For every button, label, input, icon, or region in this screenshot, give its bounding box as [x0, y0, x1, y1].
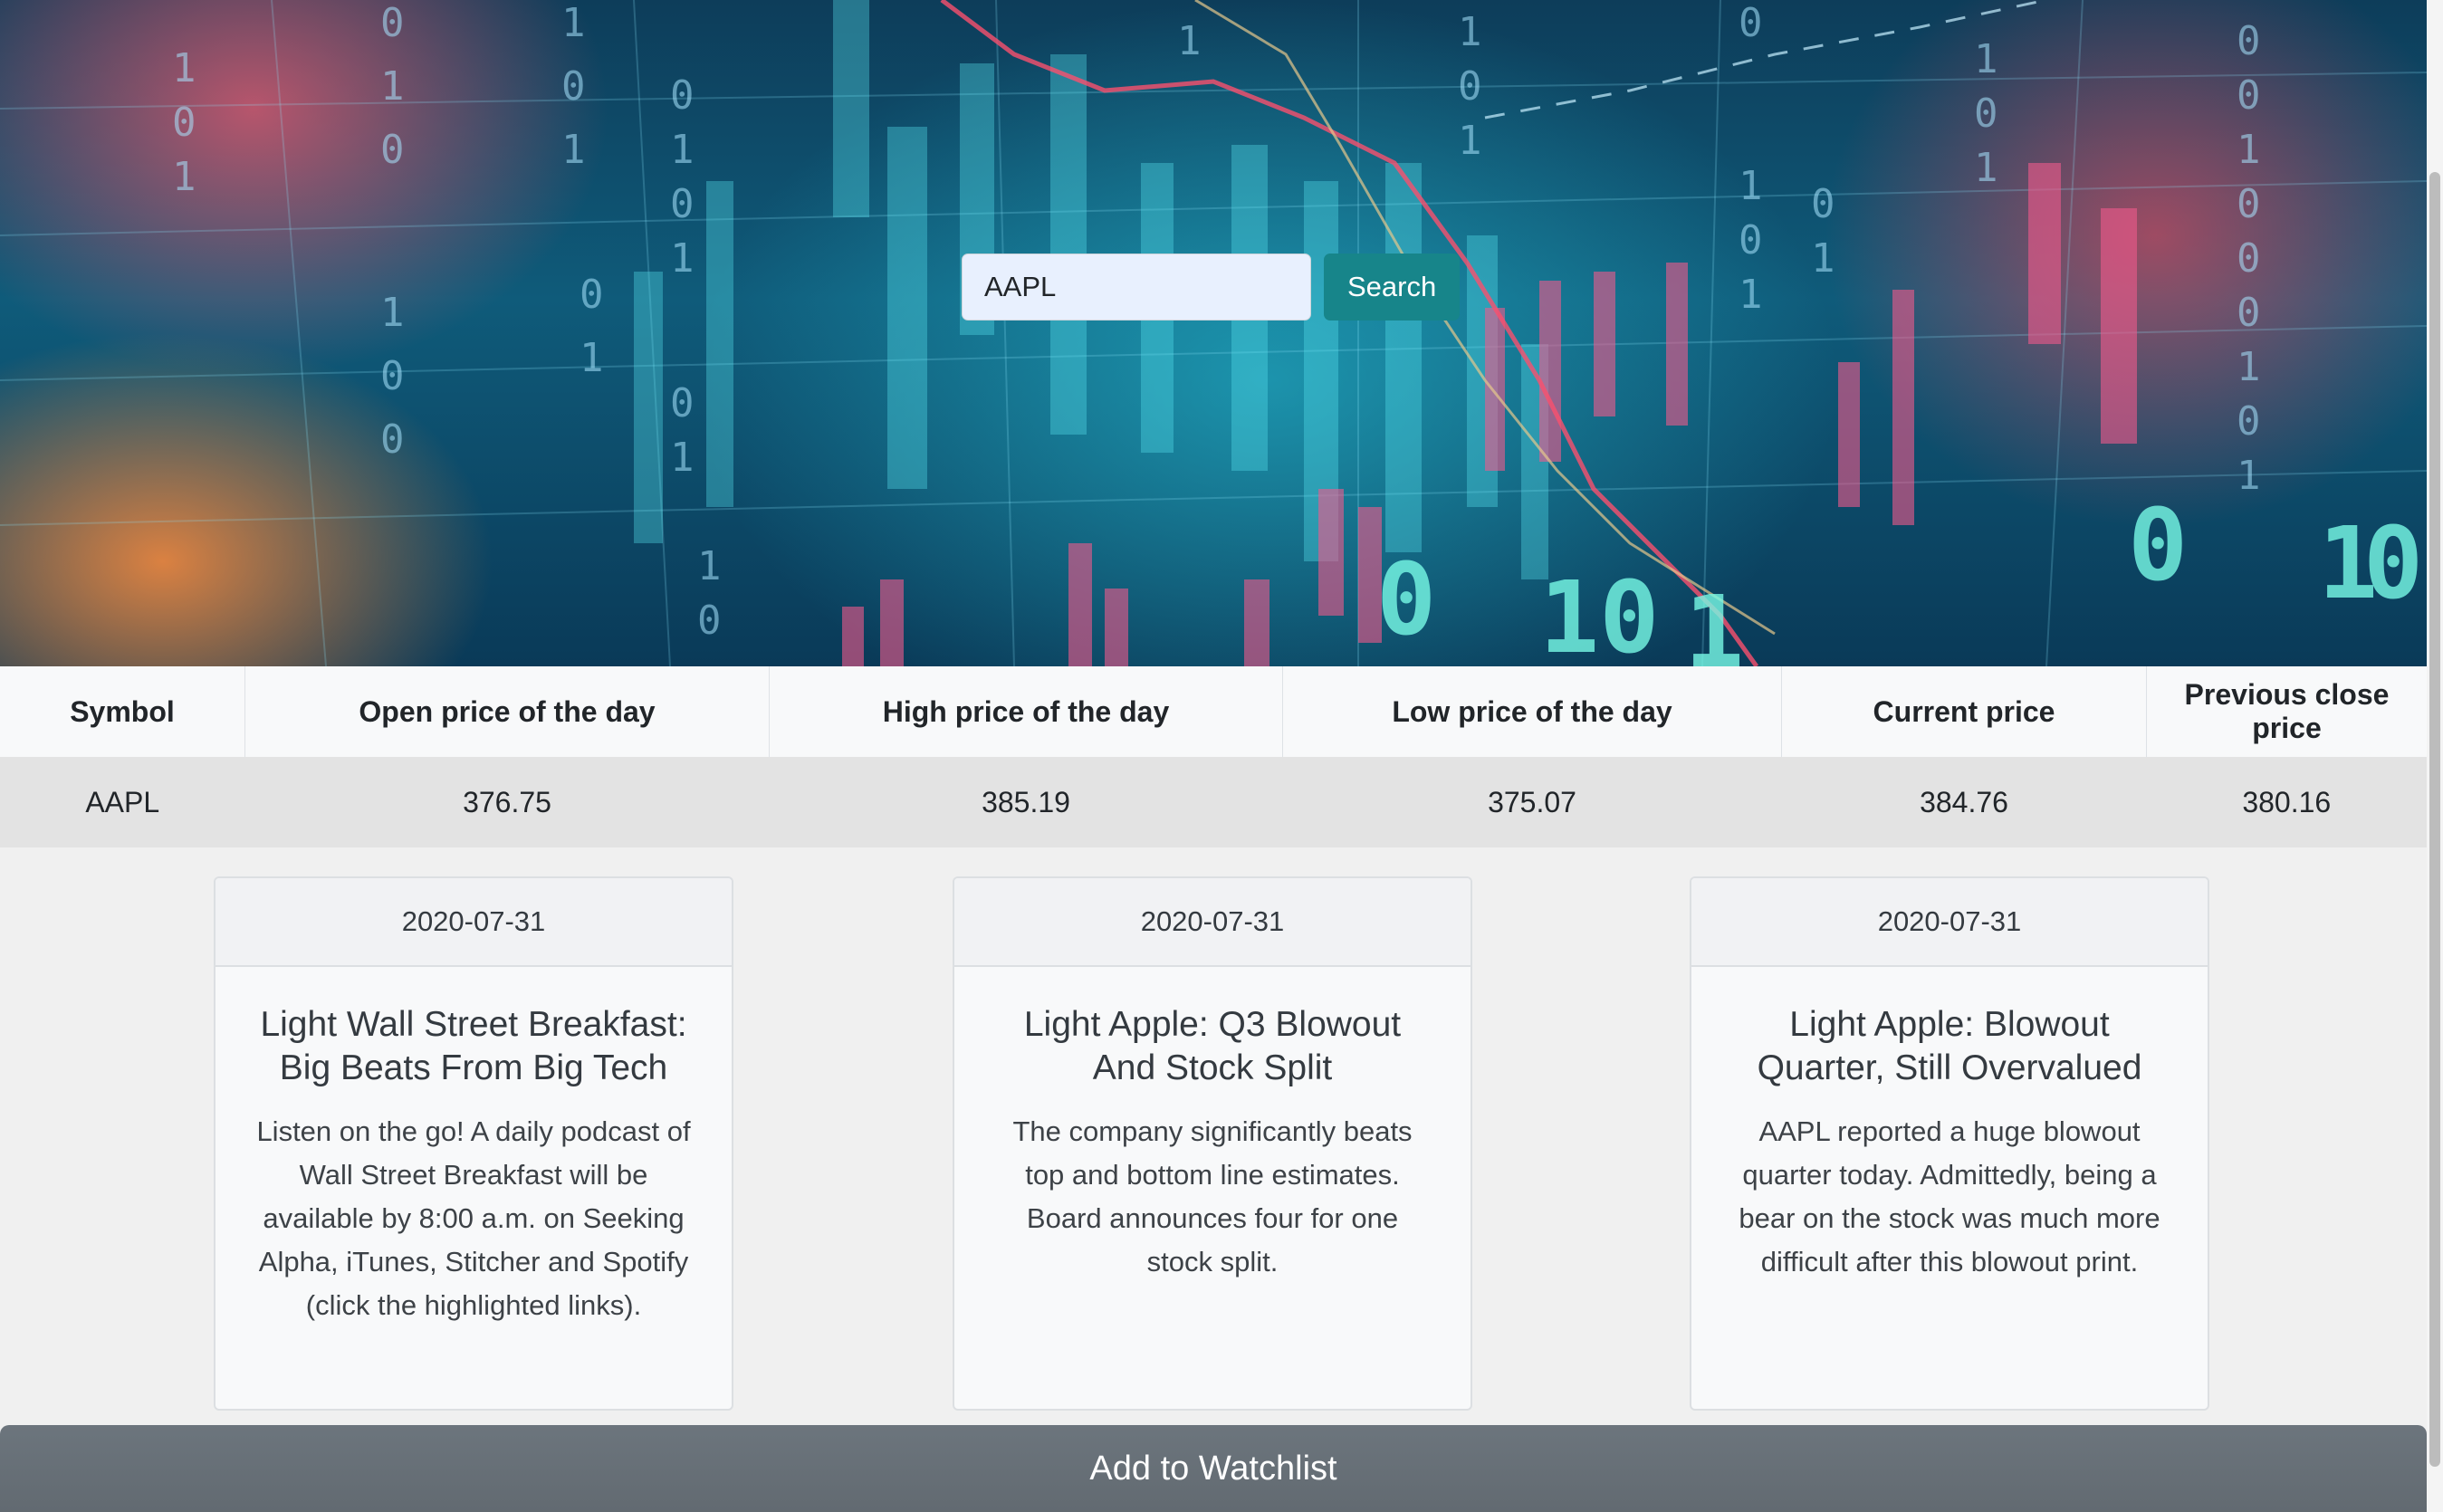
news-card-text: Listen on the go! A daily podcast of Wal… — [256, 1115, 691, 1321]
svg-text:0: 0 — [2237, 72, 2261, 119]
svg-text:0: 0 — [2237, 235, 2261, 282]
svg-text:0: 0 — [2237, 181, 2261, 227]
svg-text:0: 0 — [670, 72, 695, 119]
svg-text:0: 0 — [380, 353, 405, 399]
svg-text:1: 1 — [1739, 272, 1763, 318]
header-previous-close: Previous close price — [2146, 666, 2427, 757]
svg-text:0: 0 — [697, 598, 722, 644]
svg-text:1: 1 — [580, 335, 604, 381]
svg-text:0: 0 — [670, 380, 695, 426]
search-input[interactable] — [962, 254, 1311, 321]
header-current-price: Current price — [1781, 666, 2147, 757]
cell-low-price: 375.07 — [1282, 757, 1782, 847]
svg-text:1: 1 — [1684, 574, 1744, 666]
quote-table-header-row: Symbol Open price of the day High price … — [0, 666, 2427, 757]
svg-text:1: 1 — [172, 45, 196, 91]
table-row: AAPL 376.75 385.19 375.07 384.76 380.16 — [0, 757, 2427, 847]
news-card[interactable]: 2020-07-31 Light Wall Street Breakfast: … — [214, 876, 733, 1411]
page-scrollbar[interactable] — [2427, 0, 2443, 1512]
svg-text:1: 1 — [670, 435, 695, 481]
news-card-date: 2020-07-31 — [1691, 878, 2208, 967]
svg-text:1: 1 — [172, 154, 196, 200]
search-button[interactable]: Search — [1324, 254, 1461, 321]
header-high-price: High price of the day — [769, 666, 1283, 757]
svg-text:1: 1 — [1458, 9, 1482, 55]
svg-text:1: 1 — [1811, 235, 1835, 282]
svg-text:0: 0 — [1974, 91, 1998, 137]
cell-high-price: 385.19 — [769, 757, 1283, 847]
quote-table: Symbol Open price of the day High price … — [0, 666, 2427, 847]
cell-previous-close: 380.16 — [2146, 757, 2427, 847]
svg-text:0: 0 — [2363, 505, 2423, 621]
svg-text:0: 0 — [561, 63, 586, 110]
hero-banner: 101 010 100 101 01 010 101 10 110 101 01… — [0, 0, 2427, 666]
svg-text:1: 1 — [2237, 127, 2261, 173]
svg-text:0: 0 — [670, 181, 695, 227]
news-card-title: Light Apple: Q3 Blowout And Stock Split — [1023, 1005, 1402, 1087]
header-open-price: Open price of the day — [244, 666, 770, 757]
news-card[interactable]: 2020-07-31 Light Apple: Blowout Quarter,… — [1690, 876, 2209, 1411]
svg-text:1: 1 — [1739, 163, 1763, 209]
header-low-price: Low price of the day — [1282, 666, 1782, 757]
news-card[interactable]: 2020-07-31 Light Apple: Q3 Blowout And S… — [953, 876, 1472, 1411]
svg-text:0: 0 — [580, 272, 604, 318]
svg-text:1: 1 — [697, 543, 722, 589]
news-card-date: 2020-07-31 — [954, 878, 1471, 967]
stock-chart-background-icon: 101 010 100 101 01 010 101 10 1 10 101 01… — [0, 0, 2427, 666]
svg-text:0: 0 — [1739, 0, 1763, 46]
scrollbar-thumb[interactable] — [2429, 172, 2440, 1467]
svg-text:1: 1 — [670, 127, 695, 173]
cell-symbol: AAPL — [0, 757, 245, 847]
news-card-text: AAPL reported a huge blowout quarter tod… — [1739, 1115, 2160, 1278]
svg-text:1: 1 — [380, 63, 405, 110]
svg-text:0: 0 — [172, 100, 196, 146]
svg-text:1: 1 — [380, 290, 405, 336]
svg-text:1: 1 — [1458, 118, 1482, 164]
cell-open-price: 376.75 — [244, 757, 770, 847]
svg-text:0: 0 — [380, 127, 405, 173]
svg-text:0: 0 — [1811, 181, 1835, 227]
svg-text:1: 1 — [561, 127, 586, 173]
news-card-text: The company significantly beats top and … — [1012, 1115, 1413, 1278]
svg-text:1: 1 — [2237, 453, 2261, 499]
svg-text:0: 0 — [2128, 487, 2188, 603]
svg-text:1: 1 — [1974, 36, 1998, 82]
news-card-title: Light Apple: Blowout Quarter, Still Over… — [1757, 1005, 2142, 1087]
svg-text:0: 0 — [2237, 290, 2261, 336]
svg-text:1: 1 — [1974, 145, 1998, 191]
svg-text:1: 1 — [670, 235, 695, 282]
svg-text:0: 0 — [1376, 541, 1436, 657]
news-card-title: Light Wall Street Breakfast: Big Beats F… — [260, 1005, 687, 1087]
news-card-date: 2020-07-31 — [216, 878, 732, 967]
svg-text:0: 0 — [1739, 217, 1763, 263]
svg-text:1: 1 — [2237, 344, 2261, 390]
search-bar: Search — [962, 254, 1461, 321]
svg-text:0: 0 — [1458, 63, 1482, 110]
svg-text:1: 1 — [561, 0, 586, 46]
header-symbol: Symbol — [0, 666, 245, 757]
svg-text:0: 0 — [380, 0, 405, 46]
svg-text:0: 0 — [2237, 398, 2261, 445]
cell-current-price: 384.76 — [1781, 757, 2147, 847]
add-to-watchlist-button[interactable]: Add to Watchlist — [0, 1425, 2427, 1512]
svg-text:0: 0 — [380, 416, 405, 463]
svg-text:1: 1 — [1177, 18, 1202, 64]
svg-text:0: 0 — [2237, 18, 2261, 64]
svg-text:10: 10 — [1539, 560, 1659, 666]
